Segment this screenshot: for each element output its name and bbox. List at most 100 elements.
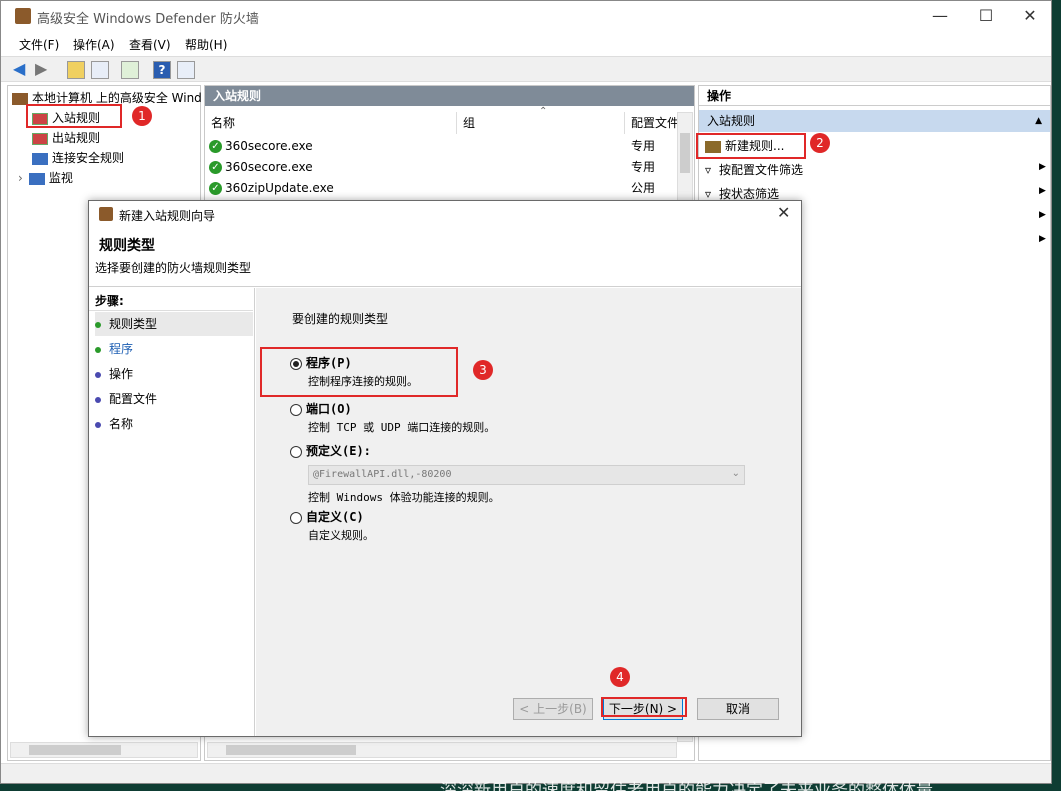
action-filter-profile[interactable]: ▿ 按配置文件筛选 [705, 158, 1045, 182]
step-label: 操作 [109, 367, 134, 381]
wizard-steps-panel: 步骤: 规则类型 程序 操作 配置文件 名称 [89, 288, 255, 736]
minimize-button[interactable]: — [917, 1, 963, 31]
annotation-box-program [260, 347, 458, 397]
step-label: 配置文件 [109, 392, 158, 406]
tree-item-monitor[interactable]: › 监视 [18, 168, 73, 188]
back-button[interactable]: < 上一步(B) [513, 698, 593, 720]
rule-profile: 公用 [631, 181, 656, 195]
monitor-icon [28, 172, 45, 185]
option-port[interactable]: 端口(O) 控制 TCP 或 UDP 端口连接的规则。 [290, 400, 590, 435]
step-pending-dot-icon [95, 371, 101, 378]
tree-item-label: 监视 [48, 171, 73, 185]
enabled-check-icon: ✓ [209, 182, 222, 195]
up-folder-icon[interactable] [67, 61, 85, 79]
expand-chevron-icon[interactable]: › [18, 171, 23, 185]
step-label: 程序 [109, 342, 134, 356]
new-inbound-rule-wizard: 新建入站规则向导 ✕ 规则类型 选择要创建的防火墙规则类型 步骤: 规则类型 程… [88, 200, 802, 737]
list-horizontal-scrollbar[interactable] [207, 742, 677, 758]
annotation-badge-3: 3 [473, 360, 493, 380]
submenu-arrow-icon: ▶ [1039, 234, 1046, 244]
tree-horizontal-scrollbar[interactable] [10, 742, 198, 758]
step-program[interactable]: 程序 [95, 337, 133, 361]
scroll-thumb[interactable] [29, 745, 121, 755]
wizard-close-icon[interactable]: ✕ [777, 203, 790, 222]
step-label: 名称 [109, 417, 134, 431]
column-name[interactable]: 名称 [205, 112, 457, 134]
annotation-box-next [601, 697, 687, 717]
action-label: 按状态筛选 [719, 187, 780, 201]
predefined-radio[interactable] [290, 445, 302, 458]
custom-radio[interactable] [290, 511, 302, 524]
actions-header: 操作 [699, 86, 1050, 106]
annotation-badge-2: 2 [810, 133, 830, 153]
table-row[interactable]: ✓ 360zipUpdate.exe 公用 [209, 178, 669, 199]
option-description: 控制 TCP 或 UDP 端口连接的规则。 [308, 421, 496, 434]
step-pending-dot-icon [95, 396, 101, 403]
step-name: 名称 [95, 412, 133, 436]
sort-chevron-icon: ⌃ [539, 106, 548, 117]
rule-type-prompt: 要创建的规则类型 [292, 312, 389, 326]
wizard-firewall-icon [99, 207, 113, 221]
submenu-arrow-icon: ▶ [1039, 210, 1046, 220]
show-tree-icon[interactable] [91, 61, 109, 79]
action-label: 按配置文件筛选 [719, 163, 804, 177]
option-custom[interactable]: 自定义(C) 自定义规则。 [290, 508, 590, 543]
column-profile[interactable]: 配置文件 [625, 112, 681, 134]
connection-security-icon [32, 152, 48, 165]
option-predefined[interactable]: 预定义(E): @FirewallAPI.dll,-80200 ⌄ 控制 Win… [290, 442, 750, 505]
option-label: 端口(O) [306, 402, 352, 416]
table-row[interactable]: ✓ 360secore.exe 专用 [209, 157, 669, 178]
scroll-thumb[interactable] [226, 745, 356, 755]
predefined-combo[interactable]: @FirewallAPI.dll,-80200 ⌄ [308, 465, 745, 485]
table-row[interactable]: ✓ 360secore.exe 专用 [209, 136, 669, 157]
actions-section-label: 入站规则 [707, 114, 756, 128]
step-label: 规则类型 [109, 317, 158, 331]
step-active-dot-icon [95, 346, 101, 353]
step-action: 操作 [95, 362, 133, 386]
submenu-arrow-icon: ▶ [1039, 186, 1046, 196]
actions-section-header[interactable]: 入站规则 ▲ [699, 110, 1050, 132]
toolbar: ◀ ▶ ? [1, 56, 1051, 82]
close-button[interactable]: ✕ [1007, 1, 1053, 31]
wizard-subheading: 选择要创建的防火墙规则类型 [95, 261, 252, 275]
filter-icon: ▿ [705, 187, 712, 201]
annotation-box-inbound [26, 104, 122, 128]
wizard-header: 新建入站规则向导 ✕ 规则类型 选择要创建的防火墙规则类型 [89, 201, 801, 287]
chevron-down-icon: ⌄ [731, 468, 740, 479]
cancel-button[interactable]: 取消 [697, 698, 779, 720]
back-arrow-icon[interactable]: ◀ [13, 61, 31, 79]
menu-file[interactable]: 文件(F) [19, 36, 59, 53]
rule-name: 360zipUpdate.exe [225, 181, 334, 195]
forward-arrow-icon[interactable]: ▶ [35, 61, 53, 79]
wizard-heading: 规则类型 [99, 238, 155, 254]
step-rule-type: 规则类型 [95, 312, 253, 336]
steps-divider [89, 310, 253, 311]
annotation-badge-4: 4 [610, 667, 630, 687]
option-label: 自定义(C) [306, 510, 364, 524]
step-done-dot-icon [95, 321, 101, 328]
combo-value: @FirewallAPI.dll,-80200 [313, 469, 452, 480]
steps-label: 步骤: [95, 294, 124, 308]
option-description: 控制 Windows 体验功能连接的规则。 [308, 491, 500, 504]
rule-name: 360secore.exe [225, 160, 313, 174]
export-icon[interactable] [121, 61, 139, 79]
scroll-thumb[interactable] [680, 133, 690, 173]
overlay-caption: 深深新用户的速度和留住老用户的能力决定了未来业务的整体体量 [440, 781, 933, 791]
port-radio[interactable] [290, 403, 302, 416]
collapse-triangle-icon: ▲ [1035, 116, 1042, 126]
help-icon[interactable]: ? [153, 61, 171, 79]
tree-item-connection-security[interactable]: 连接安全规则 [32, 148, 124, 168]
menu-help[interactable]: 帮助(H) [185, 36, 227, 53]
column-header-row: 名称 组 配置文件 ⌃ [205, 106, 694, 134]
firewall-app-icon [15, 8, 31, 24]
menu-bar: 文件(F) 操作(A) 查看(V) 帮助(H) [1, 32, 1051, 54]
maximize-button[interactable]: ☐ [963, 1, 1009, 31]
tree-item-label: 连接安全规则 [52, 151, 125, 165]
menu-action[interactable]: 操作(A) [73, 36, 115, 53]
enabled-check-icon: ✓ [209, 140, 222, 153]
firewall-icon [12, 92, 28, 105]
action-pane-icon[interactable] [177, 61, 195, 79]
tree-item-outbound[interactable]: 出站规则 [32, 128, 100, 148]
menu-view[interactable]: 查看(V) [129, 36, 171, 53]
list-header: 入站规则 [205, 86, 694, 106]
